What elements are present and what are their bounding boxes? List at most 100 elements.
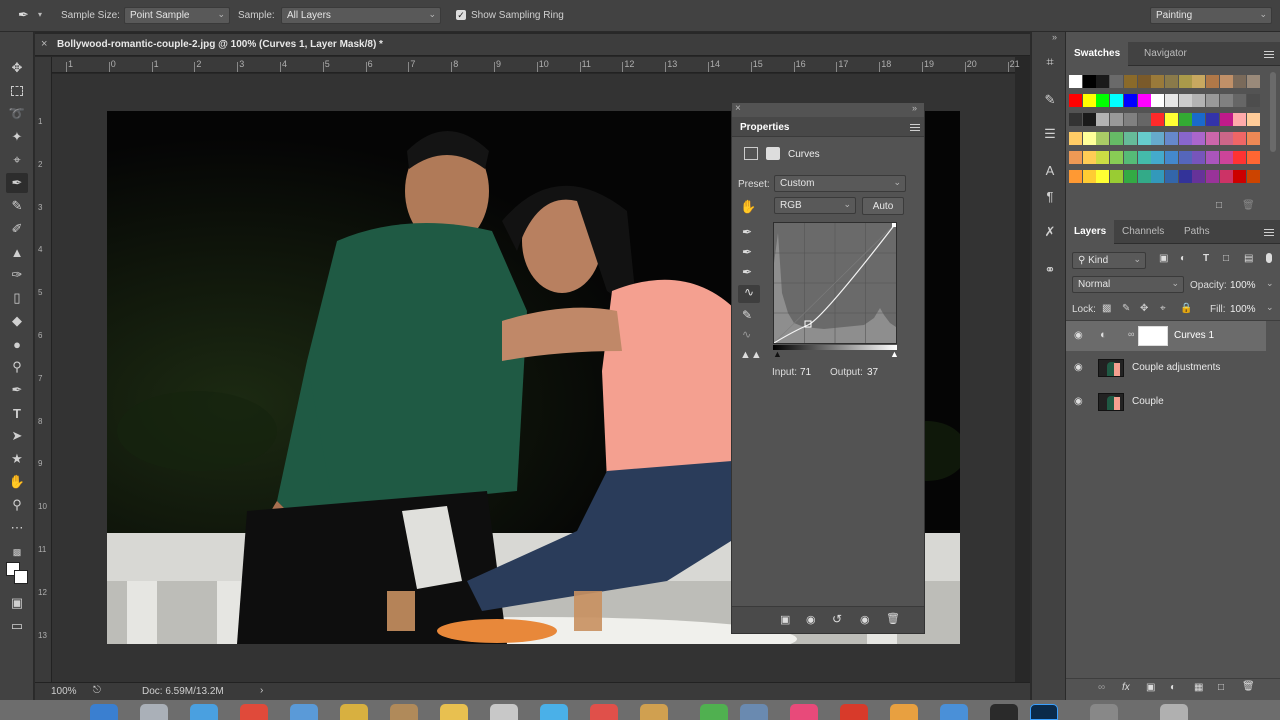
preset-dropdown[interactable]: Custom ⌄ [774,175,906,192]
default-colors-icon[interactable]: ▩ [6,542,28,562]
visibility-eye-icon[interactable]: ◉ [1074,362,1083,373]
color-swatch[interactable] [1164,170,1178,183]
filter-type-icon[interactable]: T [1203,253,1209,264]
color-swatch[interactable] [1247,151,1261,164]
vertical-ruler[interactable]: 1 2 3 4 5 6 7 8 9 10 11 12 13 [35,57,52,682]
tab-layers[interactable]: Layers [1066,220,1115,244]
panel-menu-icon[interactable] [910,124,920,131]
color-swatch[interactable] [1192,94,1206,107]
close-tab-icon[interactable]: × [41,38,47,50]
photos-icon[interactable] [590,704,618,720]
document-tab[interactable]: × Bollywood-romantic-couple-2.jpg @ 100%… [35,34,1030,56]
marquee-tool-icon[interactable] [6,81,28,101]
color-swatch[interactable] [1151,170,1165,183]
downloads-icon[interactable] [1090,704,1118,720]
color-swatch[interactable] [1096,170,1110,183]
color-swatch[interactable] [1247,113,1261,126]
color-swatch[interactable] [1096,113,1110,126]
new-group-icon[interactable]: ▦ [1194,682,1203,693]
color-swatch[interactable] [1137,170,1151,183]
reset-adjustment-icon[interactable]: ↺ [832,612,842,626]
eyedropper-tool-icon[interactable]: ✒ [6,173,28,193]
filter-shape-icon[interactable]: □ [1223,253,1229,264]
tab-navigator[interactable]: Navigator [1136,42,1195,66]
filter-adjustment-icon[interactable]: ◐ [1180,253,1186,264]
smooth-curve-icon[interactable]: ∿ [742,328,751,341]
color-swatch[interactable] [1151,113,1165,126]
screen-mode-icon[interactable]: ▭ [6,616,28,636]
color-swatch[interactable] [1151,151,1165,164]
mail-icon[interactable] [940,704,968,720]
lock-all-icon[interactable]: 🔒 [1180,303,1192,314]
toggle-visibility-icon[interactable]: ◉ [860,613,870,626]
color-swatch[interactable] [1110,170,1124,183]
link-layers-icon[interactable]: ∞ [1098,682,1105,693]
news-icon[interactable] [840,704,868,720]
color-swatch[interactable] [1233,94,1247,107]
stickies-icon[interactable] [440,704,468,720]
black-point-slider[interactable]: ▲ [773,349,782,359]
healing-brush-tool-icon[interactable]: ✎ [6,196,28,216]
filter-toggle-icon[interactable] [1266,253,1272,263]
sample-white-point-icon[interactable]: ✒ [742,265,752,279]
output-value[interactable]: 37 [867,367,878,378]
lock-image-icon[interactable]: ✎ [1122,303,1130,314]
color-swatch[interactable] [1219,75,1233,88]
lock-position-icon[interactable]: ✥ [1140,303,1148,314]
color-swatch[interactable] [1192,170,1206,183]
system-preferences-icon[interactable] [990,704,1018,720]
color-swatch[interactable] [1164,75,1178,88]
channel-dropdown[interactable]: RGB ⌄ [774,197,856,214]
color-swatch[interactable] [1123,94,1137,107]
keynote-icon[interactable] [740,704,768,720]
color-swatch[interactable] [1082,132,1096,145]
auto-button[interactable]: Auto [862,197,904,215]
lasso-tool-icon[interactable]: ➰ [6,104,28,124]
color-swatch[interactable] [1151,132,1165,145]
color-swatch[interactable] [1178,113,1192,126]
close-panel-icon[interactable]: × [735,103,741,114]
share-icon[interactable]: ⎋ [93,685,101,696]
color-swatch[interactable] [1069,132,1082,145]
preview-icon[interactable] [290,704,318,720]
color-swatch[interactable] [1247,132,1261,145]
color-swatch[interactable] [1082,170,1096,183]
color-swatch[interactable] [1123,113,1137,126]
mask-link-icon[interactable]: ∞ [1128,329,1134,339]
opacity-chevron-icon[interactable]: ⌄ [1266,278,1274,289]
color-swatch[interactable] [1178,132,1192,145]
color-swatch[interactable] [1206,151,1219,164]
music-icon[interactable] [790,704,818,720]
notes-icon[interactable] [340,704,368,720]
color-swatch[interactable] [1233,75,1247,88]
dodge-tool-icon[interactable]: ⚲ [6,357,28,377]
color-swatch[interactable] [1110,132,1124,145]
move-tool-icon[interactable]: ✥ [6,58,28,78]
color-swatch[interactable] [1164,151,1178,164]
color-swatch[interactable] [1069,113,1082,126]
zoom-tool-icon[interactable]: ⚲ [6,495,28,515]
color-swatch[interactable] [1233,151,1247,164]
color-swatch[interactable] [1137,94,1151,107]
new-layer-icon[interactable]: □ [1218,682,1224,693]
color-swatch[interactable] [1110,75,1124,88]
visibility-eye-icon[interactable]: ◉ [1074,330,1083,341]
color-swatch[interactable] [1069,170,1082,183]
color-swatch[interactable] [1206,170,1219,183]
color-swatch[interactable] [1123,132,1137,145]
color-swatch[interactable] [1137,75,1151,88]
magic-wand-tool-icon[interactable]: ✦ [6,127,28,147]
swatches-scrollbar[interactable] [1270,72,1276,152]
color-swatch[interactable] [1192,151,1206,164]
layer-mask-icon[interactable] [766,147,780,160]
color-swatch[interactable] [1069,94,1082,107]
layer-mask-thumbnail[interactable] [1138,326,1168,346]
color-swatch[interactable] [1206,75,1219,88]
color-swatch[interactable] [1247,75,1261,88]
draw-curve-pencil-icon[interactable]: ✎ [742,308,752,322]
horizontal-ruler[interactable]: 1 0 1 2 3 4 5 6 7 8 9 10 11 12 13 14 15 16 17 18 19 20 21 [52,57,1020,73]
color-swatch[interactable] [1192,113,1206,126]
color-swatch[interactable] [1123,170,1137,183]
color-swatch[interactable] [1082,75,1096,88]
more-tools-icon[interactable]: ⋯ [6,518,28,538]
